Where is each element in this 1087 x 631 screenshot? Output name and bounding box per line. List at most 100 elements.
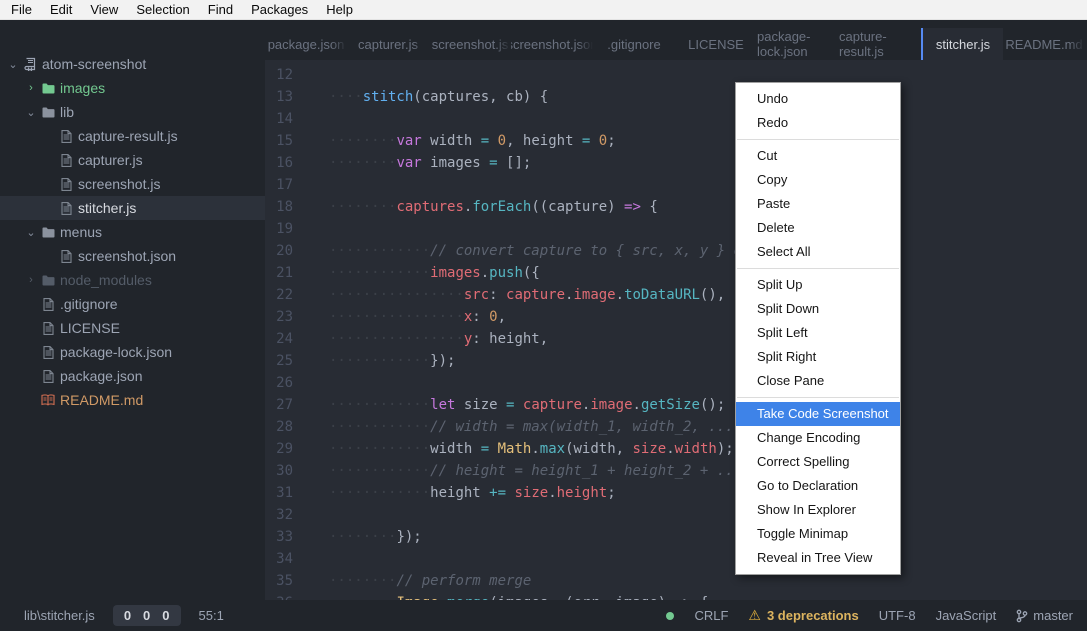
code-editor[interactable]: 1213141516171819202122232425262728293031… [265,60,1087,600]
tab-capturer-js[interactable]: capturer.js [347,28,429,60]
tree-item-gitignore[interactable]: .gitignore [0,292,265,316]
tab-screenshot-json[interactable]: screenshot.json [511,28,593,60]
menu-bar: FileEditViewSelectionFindPackagesHelp [0,0,1087,20]
code-line[interactable]: ············width = Math.max(width, size… [329,438,1087,460]
context-menu-item-change-encoding[interactable]: Change Encoding [736,426,900,450]
code-line[interactable]: ········var width = 0, height = 0; [329,130,1087,152]
code-line[interactable]: ····stitch(captures, cb) { [329,86,1087,108]
code-line[interactable]: ········}); [329,526,1087,548]
code-line[interactable]: ············// convert capture to { src,… [329,240,1087,262]
git-diff-counts[interactable]: 000 [113,605,181,626]
tree-item-capturer-js[interactable]: capturer.js [0,148,265,172]
tab-readme-md[interactable]: README.md [1003,28,1085,60]
code-line[interactable] [329,548,1087,570]
git-branch-indicator[interactable]: master [1016,608,1073,623]
context-menu-item-redo[interactable]: Redo [736,111,900,135]
tree-view[interactable]: ⌄atom-screenshot›images⌄libcapture-resul… [0,20,265,600]
tree-item-menus[interactable]: ⌄menus [0,220,265,244]
code-line[interactable]: ············}); [329,350,1087,372]
code-token: ; [607,485,615,501]
context-menu-item-toggle-minimap[interactable]: Toggle Minimap [736,522,900,546]
context-menu-item-close-pane[interactable]: Close Pane [736,369,900,393]
encoding-indicator[interactable]: UTF-8 [879,608,916,623]
tab-label: stitcher.js [936,37,990,52]
tree-item-stitcher-js[interactable]: stitcher.js [0,196,265,220]
tree-item-node-modules[interactable]: ›node_modules [0,268,265,292]
code-line[interactable] [329,108,1087,130]
code-area[interactable]: ····stitch(captures, cb) { ········var wi… [313,60,1087,600]
menu-packages[interactable]: Packages [242,0,317,20]
tree-item-atom-screenshot[interactable]: ⌄atom-screenshot [0,52,265,76]
context-menu-item-select-all[interactable]: Select All [736,240,900,264]
deprecations-warning[interactable]: ⚠3 deprecations [748,607,858,624]
code-line[interactable] [329,504,1087,526]
line-ending-indicator[interactable]: CRLF [694,608,728,623]
code-line[interactable]: ················y: height, [329,328,1087,350]
menu-find[interactable]: Find [199,0,242,20]
tree-item-images[interactable]: ›images [0,76,265,100]
tab-capture-result-js[interactable]: capture-result.js [839,28,921,60]
context-menu-item-undo[interactable]: Undo [736,87,900,111]
code-line[interactable]: ············images.push({ [329,262,1087,284]
tree-item-package-json[interactable]: package.json [0,364,265,388]
code-line[interactable]: ········// perform merge [329,570,1087,592]
context-menu-item-split-down[interactable]: Split Down [736,297,900,321]
code-line[interactable]: ········captures.forEach((capture) => { [329,196,1087,218]
menu-edit[interactable]: Edit [41,0,81,20]
context-menu-item-take-code-screenshot[interactable]: Take Code Screenshot [736,402,900,426]
code-line[interactable]: ············let size = capture.image.get… [329,394,1087,416]
tree-item-capture-result-js[interactable]: capture-result.js [0,124,265,148]
code-line[interactable]: ············// height = height_1 + heigh… [329,460,1087,482]
language-indicator[interactable]: JavaScript [936,608,997,623]
code-line[interactable]: ············height += size.height; [329,482,1087,504]
menu-selection[interactable]: Selection [127,0,198,20]
code-token: images [430,265,481,281]
context-menu-item-show-in-explorer[interactable]: Show In Explorer [736,498,900,522]
context-menu-item-split-left[interactable]: Split Left [736,321,900,345]
context-menu-item-delete[interactable]: Delete [736,216,900,240]
cursor-position[interactable]: 55:1 [199,608,224,623]
tab-gitignore[interactable]: .gitignore [593,28,675,60]
tree-item-label: package-lock.json [58,344,172,360]
code-line[interactable] [329,174,1087,196]
code-line[interactable]: ················x: 0, [329,306,1087,328]
line-number: 16 [265,152,313,174]
chevron-down-icon[interactable]: ⌄ [24,226,38,239]
code-line[interactable]: ········Image.merge(images, (err, image)… [329,592,1087,600]
tree-item-lib[interactable]: ⌄lib [0,100,265,124]
code-line[interactable] [329,218,1087,240]
menu-help[interactable]: Help [317,0,362,20]
status-bar-right: CRLF ⚠3 deprecations UTF-8 JavaScript ma… [666,607,1087,624]
chevron-right-icon[interactable]: › [24,82,38,94]
tree-item-screenshot-js[interactable]: screenshot.js [0,172,265,196]
chevron-down-icon[interactable]: ⌄ [24,106,38,119]
menu-view[interactable]: View [81,0,127,20]
tab-package-lock-json[interactable]: package-lock.json [757,28,839,60]
tab-package-json[interactable]: package.json [265,28,347,60]
tab-stitcher-js[interactable]: stitcher.js [921,28,1003,60]
tree-item-readme-md[interactable]: README.md [0,388,265,412]
tree-item-package-lock-json[interactable]: package-lock.json [0,340,265,364]
code-line[interactable]: ············// width = max(width_1, widt… [329,416,1087,438]
code-line[interactable]: ········var images = []; [329,152,1087,174]
folder-icon [38,107,58,118]
code-line[interactable] [329,64,1087,86]
tab-screenshot-js[interactable]: screenshot.js [429,28,511,60]
context-menu-item-correct-spelling[interactable]: Correct Spelling [736,450,900,474]
code-line[interactable]: ················src: capture.image.toDat… [329,284,1087,306]
chevron-right-icon[interactable]: › [24,274,38,286]
context-menu-item-reveal-in-tree-view[interactable]: Reveal in Tree View [736,546,900,570]
context-menu-item-split-right[interactable]: Split Right [736,345,900,369]
context-menu-item-go-to-declaration[interactable]: Go to Declaration [736,474,900,498]
context-menu-item-paste[interactable]: Paste [736,192,900,216]
chevron-down-icon[interactable]: ⌄ [6,58,20,71]
tab-license[interactable]: LICENSE [675,28,757,60]
tree-item-screenshot-json[interactable]: screenshot.json [0,244,265,268]
context-menu-item-split-up[interactable]: Split Up [736,273,900,297]
code-token: = [481,133,489,149]
context-menu-item-cut[interactable]: Cut [736,144,900,168]
context-menu-item-copy[interactable]: Copy [736,168,900,192]
tree-item-license[interactable]: LICENSE [0,316,265,340]
code-line[interactable] [329,372,1087,394]
menu-file[interactable]: File [2,0,41,20]
